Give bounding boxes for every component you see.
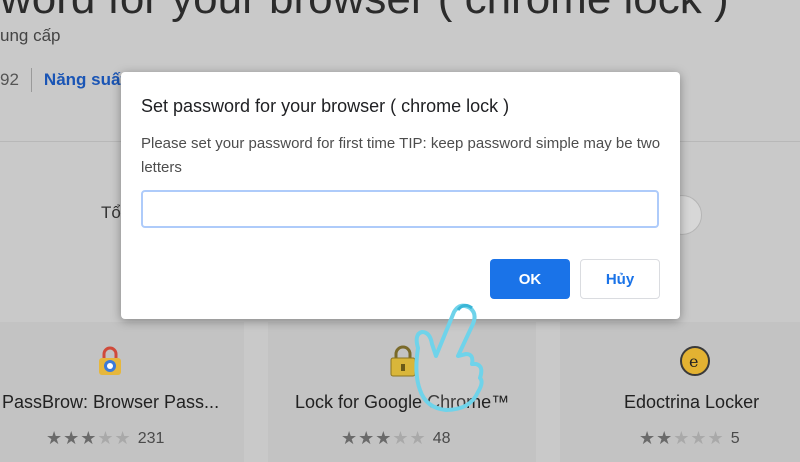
password-input[interactable] (141, 190, 659, 228)
review-count: 48 (432, 429, 451, 447)
extension-card[interactable]: e Edoctrina Locker ★★★★★ 5 (560, 322, 800, 462)
card-rating: ★★★★★ 231 (46, 428, 164, 449)
card-title: PassBrow: Browser Pass... (2, 392, 220, 412)
dialog-message: Please set your password for first time … (141, 135, 661, 176)
user-count: 92 (0, 70, 19, 89)
review-count: 5 (730, 429, 740, 447)
page-title: word for your browser ( chrome lock ) (0, 0, 729, 24)
star-rating-icon: ★★★★★ (46, 428, 132, 448)
card-title: Edoctrina Locker (624, 392, 760, 412)
extension-card[interactable]: PassBrow: Browser Pass... ★★★★★ 231 (0, 322, 244, 462)
edoctrina-icon: e (680, 346, 710, 376)
star-rating-icon: ★★★★★ (341, 428, 427, 448)
publisher-label: ung cấp (0, 26, 61, 45)
ok-button[interactable]: OK (490, 259, 570, 299)
passbrow-lock-icon (99, 346, 121, 375)
card-rating: ★★★★★ 48 (341, 428, 451, 449)
tap-hand-icon (414, 303, 484, 412)
star-rating-icon: ★★★★★ (639, 428, 725, 448)
category-link[interactable]: Năng suất (32, 70, 126, 90)
svg-text:e: e (689, 352, 698, 371)
dialog-title: Set password for your browser ( chrome l… (141, 96, 510, 116)
section-label: Tổ (101, 203, 121, 222)
card-rating: ★★★★★ 5 (639, 428, 740, 449)
password-prompt-dialog: Set password for your browser ( chrome l… (121, 72, 680, 319)
cancel-button[interactable]: Hủy (580, 259, 660, 299)
review-count: 231 (137, 429, 165, 447)
meta-row: 92 Năng suất (0, 68, 126, 92)
